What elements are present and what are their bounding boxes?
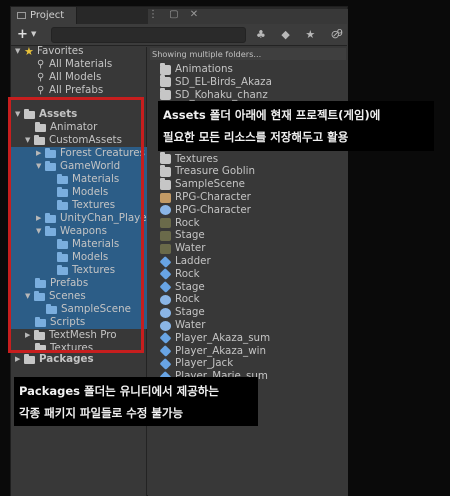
cube-icon: [159, 345, 172, 358]
list-item-label: SD_Kohaku_chanz: [175, 88, 268, 101]
chevron-down-icon[interactable]: ▼: [31, 30, 36, 38]
tree-item-favorites[interactable]: ▼ ★ Favorites: [15, 45, 84, 58]
list-item[interactable]: SampleScene: [160, 177, 246, 191]
list-item[interactable]: RPG-Character: [160, 191, 251, 204]
folder-icon: [160, 62, 171, 75]
caption-line: 각종 패키지 파일들로 수정 불가능: [19, 406, 184, 420]
chevron-right-icon[interactable]: ▶: [15, 353, 24, 366]
star-icon: ★: [24, 45, 34, 58]
tree-item-all-prefabs[interactable]: ⚲ All Prefabs: [37, 84, 103, 97]
tree-item-all-models[interactable]: ⚲ All Models: [37, 71, 101, 84]
list-item-label: Rock: [175, 267, 200, 280]
list-item-label: Rock: [175, 216, 200, 229]
list-item-label: Water: [175, 319, 206, 331]
list-item[interactable]: Rock: [159, 267, 200, 281]
filter-icons[interactable]: ♣ ◆ ★ ⊘: [256, 28, 346, 41]
list-item[interactable]: Ladder: [159, 255, 211, 268]
list-item-label: Player_Akaza_win: [175, 344, 266, 357]
list-item[interactable]: Stage: [159, 280, 205, 294]
folder-icon: [160, 75, 171, 88]
tree-item-label: All Materials: [49, 58, 113, 70]
folder-tab-icon: [17, 12, 26, 19]
add-button[interactable]: +: [17, 27, 28, 42]
list-item-label: Treasure Goblin: [175, 165, 255, 178]
list-item-label: Player_Jack: [175, 357, 234, 370]
tree-item-label: Packages: [39, 353, 94, 365]
list-item[interactable]: Player_Jack: [159, 357, 234, 370]
folder-icon: [160, 164, 171, 177]
cube-icon: [159, 332, 172, 345]
toolbar: + ▼ ♣ ◆ ★ ⊘ 9: [11, 24, 347, 46]
tree-item-label: All Models: [49, 71, 102, 83]
content-header: Showing multiple folders...: [150, 48, 346, 60]
caption-line: Assets 폴더 아래에 현재 프로젝트(게임)에: [163, 108, 381, 122]
list-item[interactable]: RPG-Character: [160, 204, 251, 217]
list-item-label: RPG-Character: [175, 191, 251, 203]
scene-icon: [160, 205, 171, 216]
list-item[interactable]: Stage: [160, 306, 205, 319]
caption-line: Packages 폴더는 유니티에서 제공하는: [19, 384, 219, 398]
tab-project[interactable]: Project: [11, 7, 77, 24]
tab-bar: Project ⋮ ▢ ✕: [11, 7, 348, 459]
cube-icon: [159, 357, 172, 370]
list-item[interactable]: Treasure Goblin: [160, 164, 255, 178]
chevron-down-icon[interactable]: ▼: [15, 45, 24, 58]
caption-line: 필요한 모든 리소스를 저장해두고 활용: [163, 130, 349, 144]
packages-caption: Packages 폴더는 유니티에서 제공하는 각종 패키지 파일들로 수정 불…: [14, 377, 258, 426]
list-item[interactable]: Textures: [160, 152, 219, 166]
scene-icon: [160, 320, 171, 331]
list-item[interactable]: SD_EL-Birds_Akaza: [160, 75, 272, 89]
list-item-label: Rock: [175, 293, 200, 306]
tree-item-all-materials[interactable]: ⚲ All Materials: [37, 58, 112, 71]
list-item[interactable]: Player_Akaza_sum: [159, 331, 271, 345]
list-item[interactable]: Rock: [160, 217, 200, 230]
list-item-label: RPG-Character: [175, 203, 251, 216]
list-item-label: Animations: [175, 63, 233, 75]
cube-icon: [159, 255, 172, 268]
assets-caption: Assets 폴더 아래에 현재 프로젝트(게임)에 필요한 모든 리소스를 저…: [158, 101, 434, 151]
scene-icon: [160, 307, 171, 318]
list-item-label: Ladder: [175, 255, 211, 267]
hidden-count[interactable]: 9: [337, 28, 343, 39]
folder-icon: [160, 177, 171, 190]
list-item[interactable]: Stage: [160, 229, 205, 242]
list-item-label: Player_Akaza_sum: [175, 331, 271, 344]
folder-icon: [160, 88, 171, 101]
list-item-label: Stage: [175, 229, 205, 242]
search-icon: ⚲: [37, 72, 45, 83]
tree-item-packages[interactable]: ▶ Packages: [15, 353, 94, 366]
list-item-label: Stage: [175, 280, 205, 293]
scene-icon: [160, 294, 171, 305]
list-item[interactable]: Water: [160, 319, 205, 332]
cube-icon: [159, 281, 172, 294]
assets-highlight-box: [8, 97, 144, 353]
list-item-label: Water: [175, 242, 206, 255]
list-item[interactable]: SD_Kohaku_chanz: [160, 88, 268, 102]
search-icon: ⚲: [37, 59, 45, 70]
list-item-label: SampleScene: [175, 178, 246, 191]
folder-icon: [160, 152, 171, 165]
list-item[interactable]: Player_Akaza_win: [159, 344, 266, 358]
img-icon: [160, 243, 171, 254]
tree-item-label: All Prefabs: [49, 84, 104, 96]
search-input[interactable]: [51, 27, 246, 43]
img-icon: [160, 218, 171, 229]
tab-project-label: Project: [30, 10, 65, 21]
img-icon: [160, 230, 171, 241]
list-item-label: SD_EL-Birds_Akaza: [175, 75, 272, 88]
prefab-icon: [160, 192, 171, 203]
list-item[interactable]: Water: [160, 242, 205, 255]
list-item-label: Stage: [175, 306, 205, 319]
list-item-label: Textures: [175, 152, 219, 165]
tree-item-label: Favorites: [37, 45, 84, 57]
search-icon: ⚲: [37, 85, 45, 96]
list-item[interactable]: Rock: [160, 293, 200, 306]
list-item[interactable]: Animations: [160, 62, 233, 76]
folder-icon: [24, 353, 35, 364]
cube-icon: [159, 268, 172, 281]
